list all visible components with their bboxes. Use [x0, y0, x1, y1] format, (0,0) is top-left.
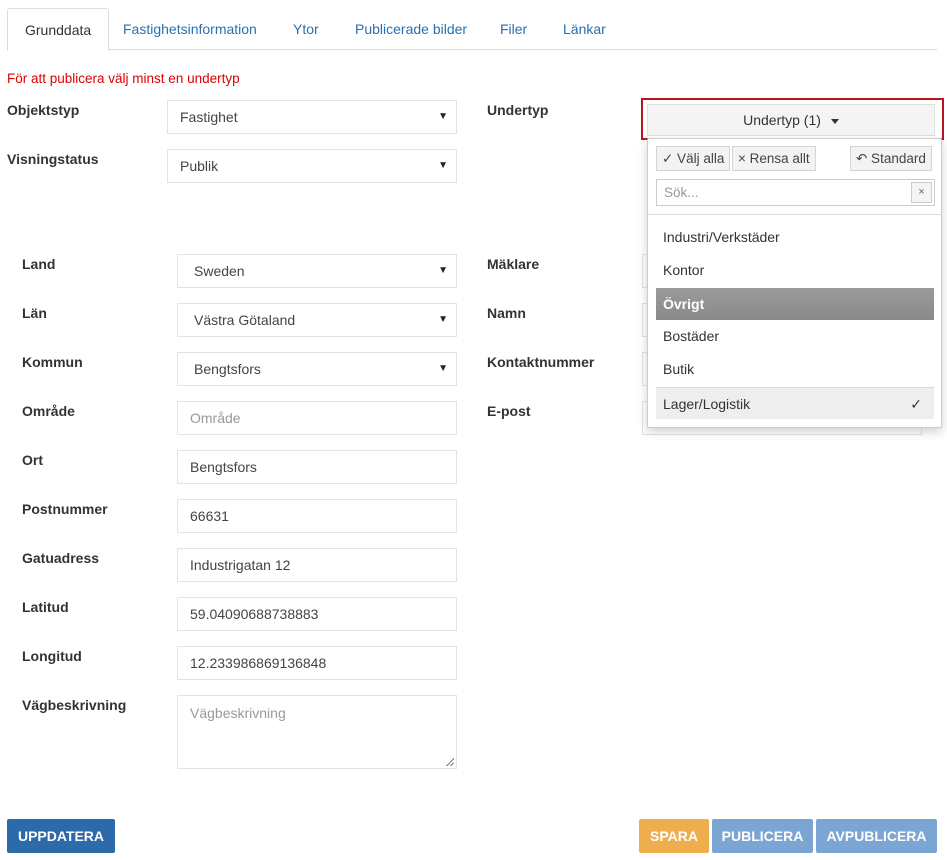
lan-value: Västra Götaland [194, 312, 296, 328]
ort-input[interactable]: Bengtsfors [177, 450, 457, 484]
kommun-value: Bengtsfors [194, 361, 261, 377]
undertyp-label: Undertyp [487, 102, 549, 118]
caret-down-icon [830, 118, 839, 124]
land-value: Sweden [194, 263, 245, 279]
divider [648, 214, 941, 215]
option-ovrigt[interactable]: Övrigt [656, 288, 934, 320]
vagbeskrivning-textarea[interactable]: Vägbeskrivning [177, 695, 457, 769]
namn-label: Namn [487, 305, 526, 321]
land-label: Land [22, 256, 56, 272]
omrade-input[interactable]: Område [177, 401, 457, 435]
tab-publicerade-bilder[interactable]: Publicerade bilder [338, 8, 484, 50]
postnummer-input[interactable]: 66631 [177, 499, 457, 533]
objektstyp-value: Fastighet [180, 109, 238, 125]
publish-warning: För att publicera välj minst en undertyp [7, 71, 240, 86]
checkmark-icon: ✓ [910, 396, 922, 412]
undertyp-dropdown-button[interactable]: Undertyp (1) [647, 104, 935, 136]
chevron-down-icon: ▼ [438, 265, 448, 276]
land-select[interactable]: Sweden ▼ [177, 254, 457, 288]
option-kontor[interactable]: Kontor [656, 254, 934, 286]
undertyp-button-label: Undertyp (1) [743, 112, 821, 128]
chevron-down-icon: ▼ [438, 314, 448, 325]
vagbeskrivning-label: Vägbeskrivning [22, 697, 127, 713]
undertyp-dropdown-menu: ✓ Välj alla × Rensa allt ↶ Standard Sök.… [647, 138, 942, 428]
lan-select[interactable]: Västra Götaland ▼ [177, 303, 457, 337]
uppdatera-button[interactable]: UPPDATERA [7, 819, 115, 853]
epost-label: E-post [487, 403, 531, 419]
option-label: Lager/Logistik [663, 396, 751, 412]
clear-all-button[interactable]: × Rensa allt [732, 146, 816, 171]
postnummer-label: Postnummer [22, 501, 108, 517]
tab-grunddata[interactable]: Grunddata [7, 8, 110, 51]
ort-label: Ort [22, 452, 43, 468]
option-bostader[interactable]: Bostäder [656, 320, 934, 352]
publicera-button[interactable]: PUBLICERA [712, 819, 813, 853]
omrade-label: Område [22, 403, 75, 419]
avpublicera-button[interactable]: AVPUBLICERA [816, 819, 937, 853]
chevron-down-icon: ▼ [438, 363, 448, 374]
maklare-label: Mäklare [487, 256, 540, 272]
select-all-button[interactable]: ✓ Välj alla [656, 146, 731, 171]
clear-search-icon[interactable]: × [911, 182, 932, 203]
gatuadress-input[interactable]: Industrigatan 12 [177, 548, 457, 582]
tab-fastighetsinformation[interactable]: Fastighetsinformation [106, 8, 274, 50]
standard-button[interactable]: ↶ Standard [850, 146, 932, 171]
kommun-label: Kommun [22, 354, 83, 370]
undertyp-search-input[interactable]: Sök... × [656, 179, 935, 206]
latitud-label: Latitud [22, 599, 69, 615]
kontaktnummer-label: Kontaktnummer [487, 354, 595, 370]
objektstyp-select[interactable]: Fastighet ▼ [167, 100, 457, 134]
option-lager-logistik[interactable]: Lager/Logistik ✓ [656, 387, 934, 419]
spara-button[interactable]: SPARA [639, 819, 709, 853]
option-butik[interactable]: Butik [656, 353, 934, 385]
visningstatus-label: Visningstatus [7, 151, 99, 167]
tab-bar: Grunddata Fastighetsinformation Ytor Pub… [7, 8, 937, 51]
lan-label: Län [22, 305, 47, 321]
visningstatus-value: Publik [180, 158, 219, 174]
objektstyp-label: Objektstyp [7, 102, 80, 118]
latitud-input[interactable]: 59.04090688738883 [177, 597, 457, 631]
gatuadress-label: Gatuadress [22, 550, 100, 566]
tab-lankar[interactable]: Länkar [546, 8, 623, 50]
chevron-down-icon: ▼ [438, 111, 448, 122]
search-placeholder: Sök... [664, 185, 699, 200]
kommun-select[interactable]: Bengtsfors ▼ [177, 352, 457, 386]
option-industri-verkstader[interactable]: Industri/Verkstäder [656, 221, 934, 253]
resize-handle-icon[interactable] [446, 758, 454, 766]
chevron-down-icon: ▼ [438, 160, 448, 171]
longitud-label: Longitud [22, 648, 82, 664]
tab-filer[interactable]: Filer [483, 8, 544, 50]
longitud-input[interactable]: 12.233986869136848 [177, 646, 457, 680]
tab-ytor[interactable]: Ytor [276, 8, 336, 50]
vagbeskrivning-placeholder: Vägbeskrivning [190, 705, 286, 721]
visningstatus-select[interactable]: Publik ▼ [167, 149, 457, 183]
